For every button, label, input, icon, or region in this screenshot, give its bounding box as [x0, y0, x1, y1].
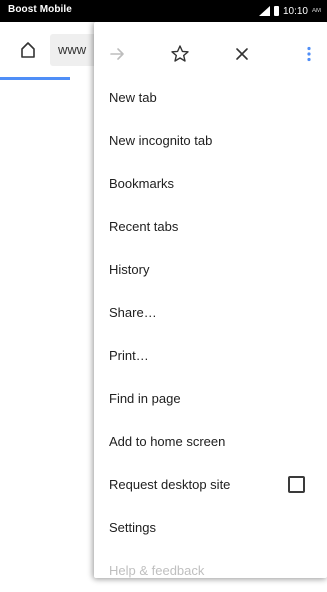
carrier-name: Boost Mobile: [8, 4, 72, 15]
forward-button[interactable]: [104, 40, 132, 68]
status-bar: Boost Mobile 10:10 AM: [0, 0, 327, 22]
menu-item-help-feedback[interactable]: Help & feedback: [94, 549, 327, 592]
clock: 10:10: [282, 5, 308, 17]
close-tab-button[interactable]: [228, 40, 256, 68]
menu-item-new-tab[interactable]: New tab: [94, 76, 327, 119]
menu-item-add-to-home-screen[interactable]: Add to home screen: [94, 420, 327, 463]
close-icon: [236, 48, 248, 60]
menu-item-label: Request desktop site: [109, 477, 231, 492]
forward-icon: [110, 48, 124, 60]
menu-item-label: Recent tabs: [109, 219, 179, 234]
menu-item-label: New incognito tab: [109, 133, 213, 148]
menu-item-request-desktop-site[interactable]: Request desktop site: [94, 463, 327, 506]
menu-list: New tab New incognito tab Bookmarks Rece…: [94, 76, 327, 592]
signal-icon: [258, 6, 270, 16]
menu-item-label: Print…: [109, 348, 149, 363]
menu-item-recent-tabs[interactable]: Recent tabs: [94, 205, 327, 248]
desktop-site-checkbox[interactable]: [288, 476, 305, 493]
menu-item-share[interactable]: Share…: [94, 291, 327, 334]
home-icon: [21, 42, 35, 58]
menu-item-find-in-page[interactable]: Find in page: [94, 377, 327, 420]
menu-item-label: Settings: [109, 520, 156, 535]
menu-item-print[interactable]: Print…: [94, 334, 327, 377]
url-text: www: [58, 42, 87, 57]
more-options-button[interactable]: [295, 40, 323, 68]
more-vert-icon: [307, 46, 311, 62]
load-progress-bar: [0, 77, 70, 80]
menu-item-label: Help & feedback: [109, 563, 205, 578]
menu-item-label: Share…: [109, 305, 157, 320]
overflow-menu: New tab New incognito tab Bookmarks Rece…: [94, 22, 327, 578]
home-button[interactable]: [14, 36, 42, 64]
menu-item-label: Bookmarks: [109, 176, 175, 191]
bookmark-star-button[interactable]: [166, 40, 194, 68]
star-icon: [171, 45, 189, 62]
clock-suffix: AM: [312, 8, 321, 14]
battery-icon: [273, 6, 279, 16]
menu-item-label: Add to home screen: [109, 434, 226, 449]
menu-item-history[interactable]: History: [94, 248, 327, 291]
menu-item-settings[interactable]: Settings: [94, 506, 327, 549]
menu-item-label: History: [109, 262, 150, 277]
menu-item-bookmarks[interactable]: Bookmarks: [94, 162, 327, 205]
menu-item-label: New tab: [109, 90, 157, 105]
menu-item-new-incognito-tab[interactable]: New incognito tab: [94, 119, 327, 162]
status-right: 10:10 AM: [258, 3, 321, 19]
menu-item-label: Find in page: [109, 391, 181, 406]
